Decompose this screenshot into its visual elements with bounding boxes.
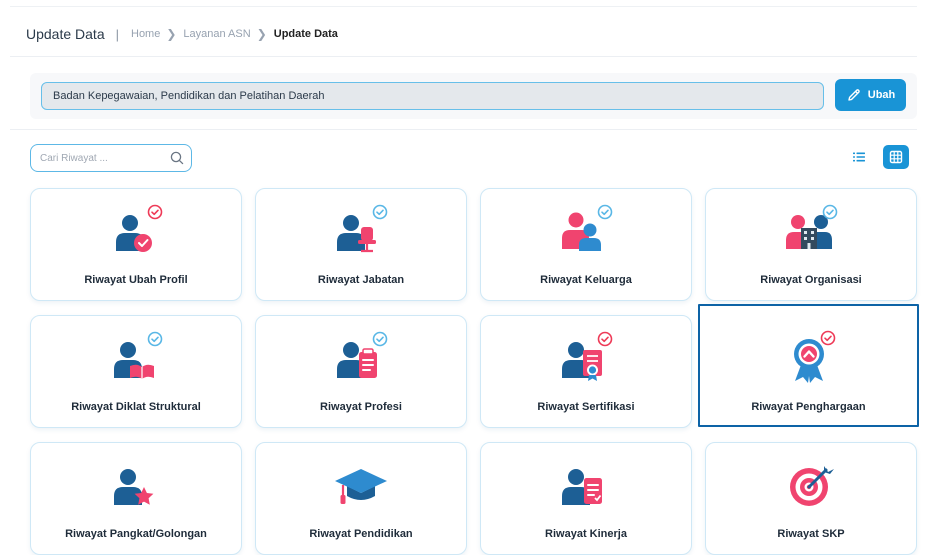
riwayat-card[interactable]: Riwayat Jabatan [255,188,467,301]
top-border [10,6,917,7]
award-medal-icon [793,330,835,383]
person-report-icon [562,469,602,505]
grid-icon [889,150,903,164]
unit-panel: Badan Kepegawaian, Pendidikan dan Pelati… [30,73,917,119]
pencil-icon [848,89,860,101]
riwayat-card[interactable]: Riwayat Pangkat/Golongan [30,442,242,555]
family-icon [562,204,613,251]
riwayat-card[interactable]: Riwayat Organisasi [705,188,917,301]
riwayat-card[interactable]: Riwayat Profesi [255,315,467,428]
person-chair-icon [337,204,388,253]
breadcrumb: Home ❯ Layanan ASN ❯ Update Data [131,27,338,41]
search-input[interactable] [40,152,168,164]
card-label: Riwayat SKP [777,528,845,540]
ubah-button[interactable]: Ubah [835,79,906,111]
person-star-icon [114,469,154,505]
card-label: Riwayat Kinerja [545,528,627,540]
riwayat-card[interactable]: Riwayat Kinerja [480,442,692,555]
riwayat-card[interactable]: Riwayat Sertifikasi [480,315,692,428]
card-label: Riwayat Organisasi [760,274,862,286]
graduation-cap-icon [335,469,387,504]
riwayat-card[interactable]: Riwayat Pendidikan [255,442,467,555]
chevron-right-icon: ❯ [256,27,267,41]
breadcrumb-layanan-asn[interactable]: Layanan ASN [183,28,250,40]
card-label: Riwayat Ubah Profil [84,274,188,286]
header-divider [10,56,917,57]
search-icon[interactable] [169,150,185,166]
page-title: Update Data [26,26,105,42]
list-icon [853,152,865,162]
unit-name-field: Badan Kepegawaian, Pendidikan dan Pelati… [41,82,824,110]
chevron-right-icon: ❯ [166,27,177,41]
riwayat-card[interactable]: Riwayat Penghargaan [698,304,919,427]
ubah-button-label: Ubah [867,89,896,101]
card-label: Riwayat Pendidikan [309,528,413,540]
riwayat-card[interactable]: Riwayat Diklat Struktural [30,315,242,428]
breadcrumb-home[interactable]: Home [131,28,160,40]
title-separator: | [115,26,119,42]
person-check-icon [116,204,163,252]
grid-view-button[interactable] [883,145,909,169]
card-label: Riwayat Sertifikasi [537,401,635,413]
riwayat-card[interactable]: Riwayat SKP [705,442,917,555]
page-header: Update Data | Home ❯ Layanan ASN ❯ Updat… [26,24,338,44]
breadcrumb-current: Update Data [273,28,338,40]
list-view-button[interactable] [846,145,872,169]
card-label: Riwayat Diklat Struktural [71,401,201,413]
target-icon [790,466,834,506]
person-clipboard-icon [337,331,388,378]
person-certificate-icon [562,331,613,381]
card-label: Riwayat Jabatan [317,274,405,286]
card-label: Riwayat Profesi [320,401,402,413]
search-box [30,144,192,172]
riwayat-card[interactable]: Riwayat Keluarga [480,188,692,301]
person-building-icon [786,204,838,249]
card-label: Riwayat Pangkat/Golongan [65,528,207,540]
panel-divider [10,129,917,130]
card-label: Riwayat Keluarga [540,274,632,286]
card-label: Riwayat Penghargaan [751,401,866,413]
riwayat-card[interactable]: Riwayat Ubah Profil [30,188,242,301]
person-book-icon [114,331,163,379]
